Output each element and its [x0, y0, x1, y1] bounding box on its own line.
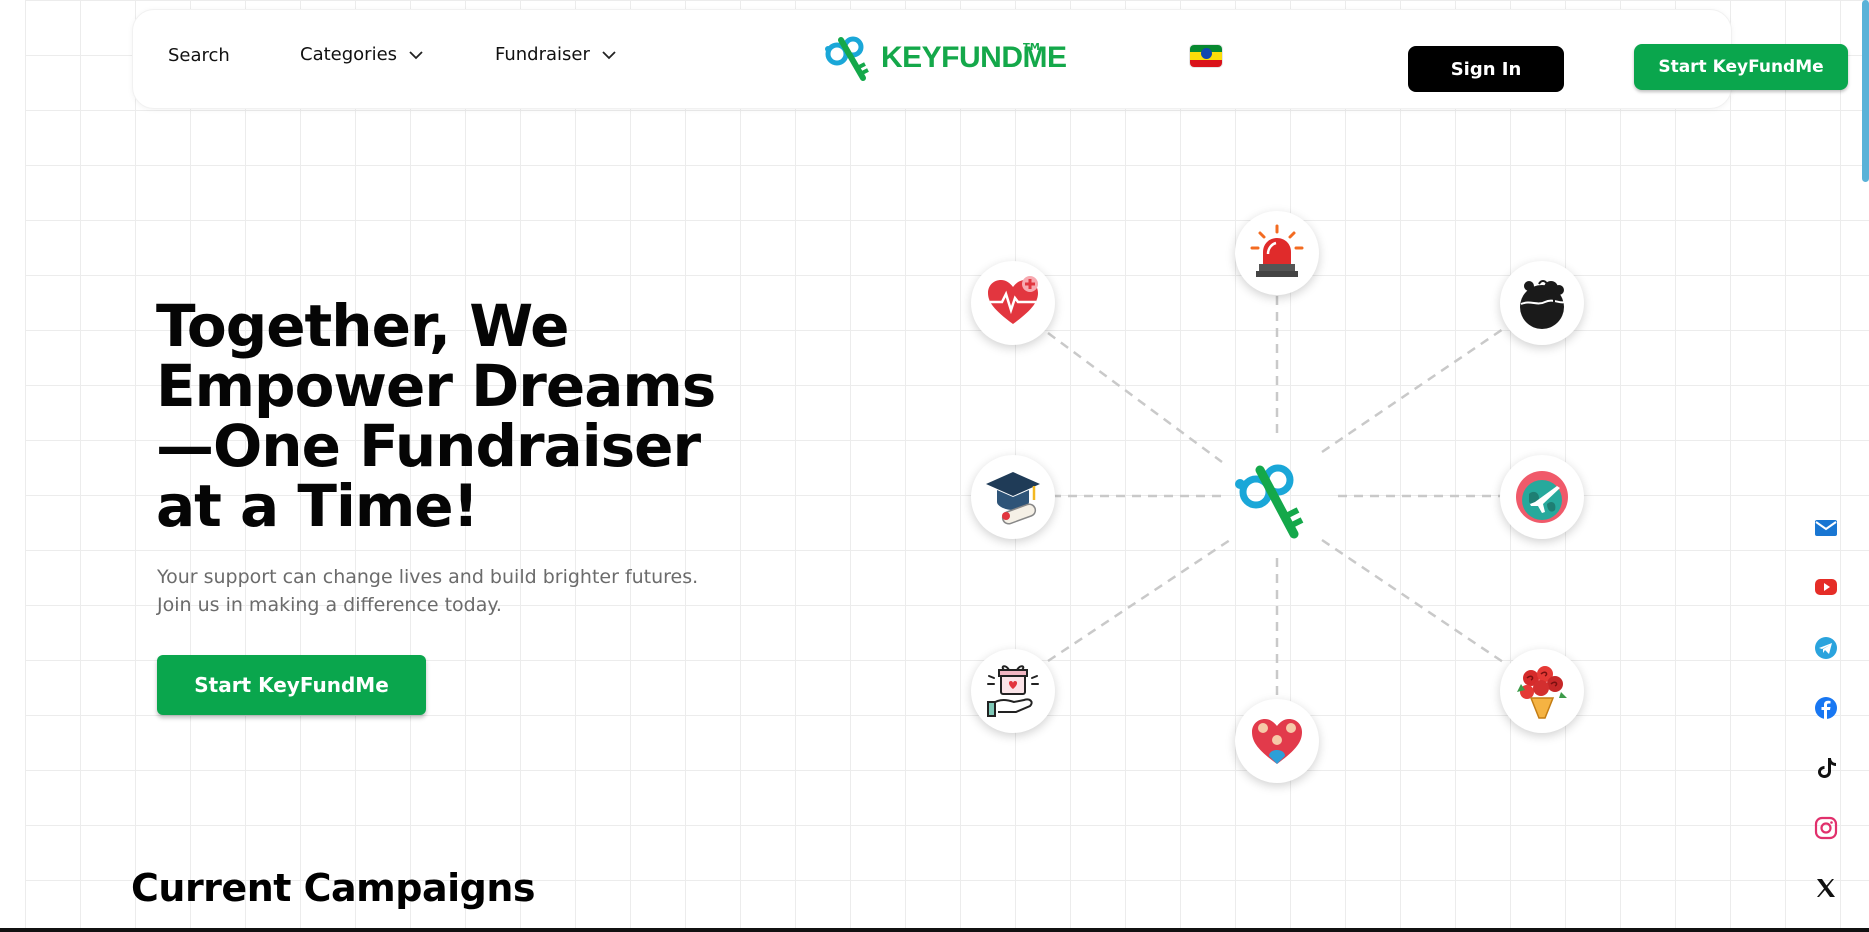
medical-category-node[interactable] — [971, 261, 1055, 345]
x-twitter-link[interactable] — [1813, 875, 1839, 901]
chevron-down-icon — [409, 50, 423, 59]
tiktok-link[interactable] — [1813, 755, 1839, 781]
chevron-down-icon — [602, 50, 616, 59]
start-keyfundme-hero-button[interactable]: Start KeyFundMe — [157, 655, 426, 715]
keyfundme-logo[interactable]: KEYFUNDME TM — [823, 32, 1067, 84]
ethiopia-flag-icon[interactable] — [1190, 45, 1222, 67]
community-heart-icon — [1252, 719, 1302, 764]
gift-category-node[interactable] — [971, 649, 1055, 733]
hero-subtitle: Your support can change lives and build … — [157, 566, 699, 616]
memorial-category-node[interactable] — [1500, 649, 1584, 733]
education-category-node[interactable] — [971, 455, 1055, 539]
top-navbar: Search Categories Fundraiser KEYFUNDME T… — [132, 9, 1848, 109]
graduation-cap-icon — [986, 472, 1040, 525]
email-icon — [1815, 520, 1837, 536]
facebook-link[interactable] — [1813, 695, 1839, 721]
key-logo-icon — [825, 36, 869, 81]
hero-title: Together, We Empower Dreams —One Fundrai… — [156, 292, 716, 540]
emergency-siren-icon — [1250, 224, 1304, 277]
emergency-category-node[interactable] — [1235, 211, 1319, 295]
youtube-link[interactable] — [1813, 574, 1839, 600]
tiktok-icon — [1818, 758, 1836, 778]
categories-dropdown[interactable]: Categories — [300, 44, 425, 65]
center-key-logo-icon — [1235, 464, 1304, 539]
youtube-icon — [1815, 579, 1837, 595]
x-icon — [1817, 879, 1835, 897]
search-link[interactable]: Search — [168, 45, 230, 66]
telegram-link[interactable] — [1813, 635, 1839, 661]
facebook-icon — [1815, 697, 1837, 719]
flower-bouquet-icon — [1517, 666, 1567, 719]
environment-trees-icon — [1520, 280, 1566, 329]
travel-category-node[interactable] — [1500, 455, 1584, 539]
travel-globe-plane-icon — [1516, 471, 1568, 523]
logo-trademark: TM — [1023, 42, 1040, 53]
current-campaigns-heading: Current Campaigns — [131, 866, 536, 910]
email-link[interactable] — [1813, 515, 1839, 541]
page: Search Categories Fundraiser KEYFUNDME T… — [0, 0, 1869, 932]
sign-in-button[interactable]: Sign In — [1408, 46, 1564, 92]
categories-label: Categories — [300, 44, 398, 65]
fundraiser-label: Fundraiser — [495, 44, 590, 65]
start-keyfundme-header-button[interactable]: Start KeyFundMe — [1634, 44, 1848, 90]
fundraiser-dropdown[interactable]: Fundraiser — [495, 44, 618, 65]
medical-heart-icon — [988, 276, 1038, 324]
telegram-icon — [1815, 637, 1837, 659]
page-scrollbar[interactable] — [1862, 0, 1869, 182]
instagram-link[interactable] — [1813, 815, 1839, 841]
gift-hand-icon — [987, 665, 1039, 717]
community-category-node[interactable] — [1235, 699, 1319, 783]
instagram-icon — [1814, 816, 1838, 840]
environment-category-node[interactable] — [1500, 261, 1584, 345]
